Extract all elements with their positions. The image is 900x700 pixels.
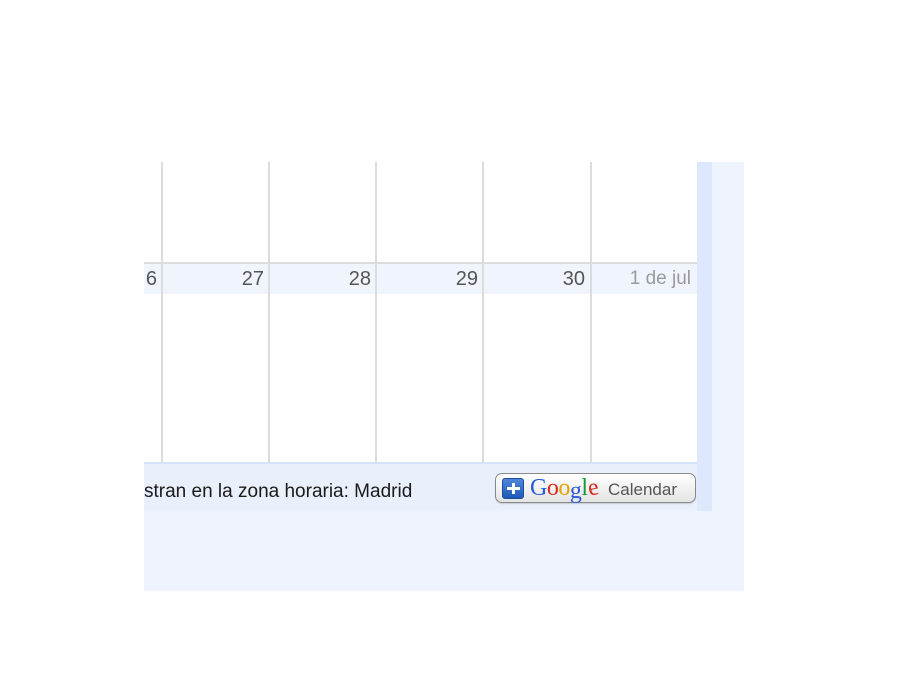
plus-icon — [502, 478, 524, 499]
calendar-footer: stran en la zona horaria: Madrid Google … — [144, 464, 697, 510]
day-column-divider — [375, 162, 377, 462]
day-number[interactable]: 29 — [378, 268, 478, 291]
day-column-divider — [268, 162, 270, 462]
add-to-google-calendar-button[interactable]: Google Calendar — [495, 473, 696, 504]
google-logo: Google — [530, 474, 601, 504]
day-number[interactable]: 28 — [271, 268, 371, 291]
day-number[interactable]: 30 — [485, 268, 585, 291]
day-column-divider — [482, 162, 484, 462]
day-number-next-month[interactable]: 1 de jul — [591, 268, 691, 290]
day-number[interactable]: 6 — [57, 268, 157, 291]
frame-border — [697, 162, 712, 511]
calendar-label: Calendar — [608, 480, 677, 499]
day-column-divider — [590, 162, 592, 462]
timezone-note: stran en la zona horaria: Madrid — [144, 481, 413, 502]
month-grid: 6 27 28 29 30 1 de jul — [144, 162, 697, 464]
week-divider — [144, 262, 697, 264]
day-column-divider — [161, 162, 163, 462]
day-number[interactable]: 27 — [164, 268, 264, 291]
